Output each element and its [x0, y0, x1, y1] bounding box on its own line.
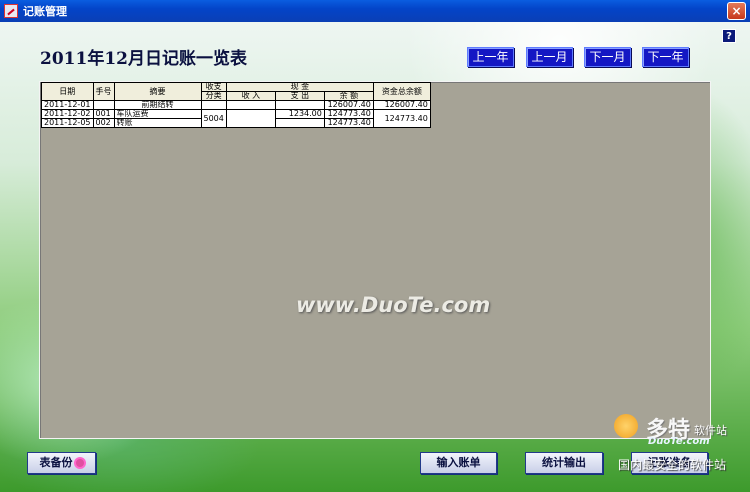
cell-expense: 1234.00 — [274, 109, 325, 119]
cell-balance: 124773.40 — [323, 118, 374, 128]
title-bar: 记账管理 × — [0, 0, 750, 22]
cell-no: 002 — [92, 118, 115, 128]
sun-logo-icon — [614, 414, 638, 438]
header-date: 日期 — [41, 82, 94, 101]
ledger-panel: 日期 手号 摘要 收支 现 金 资金总余额 分类 收 入 支 出 余 额 201… — [39, 81, 711, 439]
header-summary: 摘要 — [113, 82, 202, 101]
stats-output-button[interactable]: 统计输出 — [525, 452, 603, 474]
app-window: 记账管理 × 2011年12月日记账一览表 ? 上一年 上一月 下一月 下一年 … — [0, 0, 750, 492]
ledger-table: 日期 手号 摘要 收支 现 金 资金总余额 分类 收 入 支 出 余 额 201… — [41, 82, 431, 128]
site-logo: 多特 软件站 DuoTe.com 国内最安全的软件站 — [614, 410, 744, 480]
cell-total: 126007.40 — [372, 100, 431, 110]
close-button[interactable]: × — [727, 2, 746, 20]
header-total-balance: 资金总余额 — [372, 82, 431, 101]
cell-total: 124773.40 — [372, 109, 431, 128]
page-title: 2011年12月日记账一览表 — [40, 49, 247, 69]
logo-domain: DuoTe.com — [648, 436, 710, 447]
backup-button-label: 表备份 — [39, 456, 73, 469]
cell-date: 2011-12-05 — [41, 118, 94, 128]
cell-income — [225, 100, 276, 110]
cell-summary: 转账 — [113, 118, 202, 128]
header-income: 收 入 — [225, 91, 276, 101]
input-entry-button[interactable]: 输入账单 — [420, 452, 497, 474]
next-month-button[interactable]: 下一月 — [584, 47, 631, 67]
cell-income — [225, 109, 276, 128]
cell-expense — [274, 118, 325, 128]
header-expense: 支 出 — [274, 91, 325, 101]
next-year-button[interactable]: 下一年 — [642, 47, 689, 67]
cell-category: 5004 — [200, 109, 227, 128]
app-icon — [4, 4, 18, 18]
logo-tagline: 国内最安全的软件站 — [618, 458, 727, 472]
header-category-bottom: 分类 — [200, 91, 227, 101]
cell-category — [200, 100, 227, 110]
window-title: 记账管理 — [23, 5, 67, 18]
prev-year-button[interactable]: 上一年 — [467, 47, 514, 67]
main-area: 2011年12月日记账一览表 ? 上一年 上一月 下一月 下一年 日期 手号 摘… — [0, 22, 750, 492]
help-icon[interactable]: ? — [722, 29, 736, 43]
flower-icon — [75, 459, 84, 467]
backup-button[interactable]: 表备份 — [27, 452, 96, 474]
watermark-text: www.DuoTe.com — [296, 293, 491, 317]
header-voucher-no: 手号 — [92, 82, 115, 101]
prev-month-button[interactable]: 上一月 — [526, 47, 573, 67]
